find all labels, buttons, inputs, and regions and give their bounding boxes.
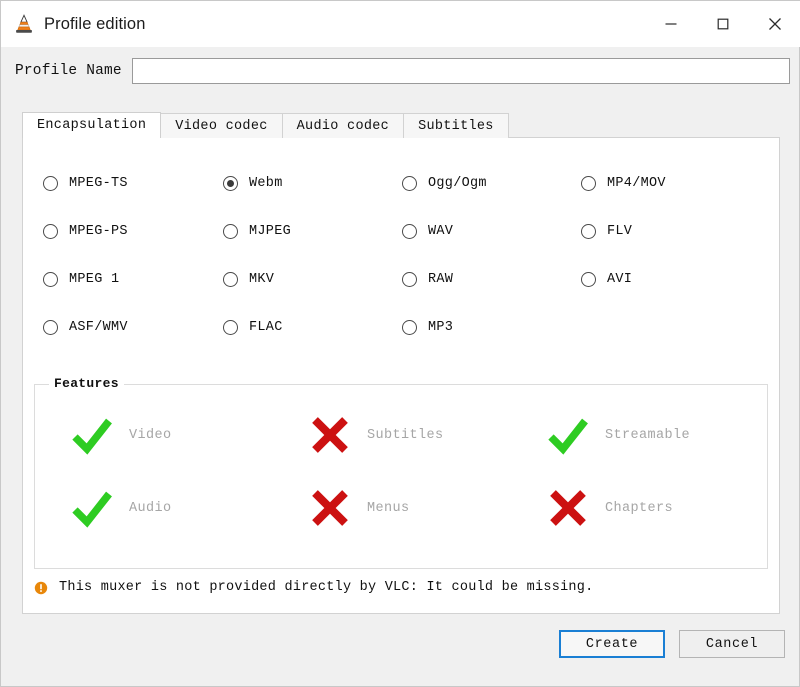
- radio-indicator-icon: [402, 223, 417, 239]
- radio-label: Ogg/Ogm: [428, 175, 487, 191]
- feature-audio: Audio: [69, 480, 172, 536]
- radio-mpeg-1[interactable]: MPEG 1: [43, 269, 128, 289]
- radio-label: MPEG-TS: [69, 175, 128, 191]
- features-legend: Features: [49, 376, 124, 391]
- radio-flac[interactable]: FLAC: [223, 317, 291, 337]
- cross-icon: [550, 490, 586, 526]
- check-icon: [72, 491, 112, 528]
- radio-indicator-icon: [402, 271, 417, 287]
- radio-indicator-icon: [43, 175, 58, 191]
- cross-icon: [312, 417, 348, 453]
- radio-indicator-icon: [43, 271, 58, 287]
- encapsulation-column-2: Webm MJPEG MKV FLAC: [223, 173, 291, 365]
- radio-label: FLV: [607, 223, 633, 239]
- radio-ogg-ogm[interactable]: Ogg/Ogm: [402, 173, 487, 193]
- close-button[interactable]: [749, 1, 800, 47]
- radio-indicator-icon: [223, 175, 238, 191]
- radio-label: MJPEG: [249, 223, 292, 239]
- radio-indicator-icon: [223, 319, 238, 335]
- profile-name-row: Profile Name: [1, 47, 800, 95]
- tab-audio-codec[interactable]: Audio codec: [281, 113, 405, 138]
- features-column-1: Video Audio: [69, 407, 172, 553]
- radio-label: MPEG-PS: [69, 223, 128, 239]
- feature-label: Chapters: [605, 500, 674, 516]
- radio-label: WAV: [428, 223, 454, 239]
- feature-label: Subtitles: [367, 427, 444, 443]
- radio-indicator-icon: [402, 175, 417, 191]
- radio-flv[interactable]: FLV: [581, 221, 666, 241]
- radio-label: MKV: [249, 271, 275, 287]
- radio-label: ASF/WMV: [69, 319, 128, 335]
- feature-menus: Menus: [307, 480, 444, 536]
- feature-subtitles: Subtitles: [307, 407, 444, 463]
- radio-label: MP3: [428, 319, 454, 335]
- radio-mp4-mov[interactable]: MP4/MOV: [581, 173, 666, 193]
- radio-indicator-icon: [43, 223, 58, 239]
- window-title: Profile edition: [44, 14, 146, 33]
- vlc-cone-icon: [16, 14, 32, 33]
- radio-label: AVI: [607, 271, 633, 287]
- radio-asf-wmv[interactable]: ASF/WMV: [43, 317, 128, 337]
- window-controls: [645, 1, 800, 47]
- radio-wav[interactable]: WAV: [402, 221, 487, 241]
- encapsulation-column-1: MPEG-TS MPEG-PS MPEG 1 ASF/WMV: [43, 173, 128, 365]
- radio-label: MP4/MOV: [607, 175, 666, 191]
- radio-mpeg-ts[interactable]: MPEG-TS: [43, 173, 128, 193]
- radio-indicator-icon: [402, 319, 417, 335]
- radio-indicator-icon: [581, 175, 596, 191]
- feature-label: Streamable: [605, 427, 691, 443]
- radio-indicator-icon: [223, 271, 238, 287]
- encapsulation-column-3: Ogg/Ogm WAV RAW MP3: [402, 173, 487, 365]
- feature-video: Video: [69, 407, 172, 463]
- encapsulation-panel: MPEG-TS MPEG-PS MPEG 1 ASF/WMV Webm MJPEG MKV F…: [22, 137, 780, 614]
- feature-label: Video: [129, 427, 172, 443]
- cross-icon: [312, 490, 348, 526]
- close-icon: [769, 18, 781, 30]
- radio-label: MPEG 1: [69, 271, 120, 287]
- features-column-3: Streamable Chapters: [545, 407, 690, 553]
- encapsulation-column-4: MP4/MOV FLV AVI: [581, 173, 666, 317]
- minimize-button[interactable]: [645, 1, 697, 47]
- tab-strip: Encapsulation Video codec Audio codec Subti…: [22, 112, 509, 138]
- dialog-footer: Create Cancel: [1, 621, 800, 667]
- radio-mpeg-ps[interactable]: MPEG-PS: [43, 221, 128, 241]
- radio-webm[interactable]: Webm: [223, 173, 291, 193]
- radio-avi[interactable]: AVI: [581, 269, 666, 289]
- maximize-button[interactable]: [697, 1, 749, 47]
- radio-indicator-icon: [581, 223, 596, 239]
- info-circle-icon: [34, 581, 48, 594]
- features-column-2: Subtitles Menus: [307, 407, 444, 553]
- radio-label: Webm: [249, 175, 283, 191]
- maximize-icon: [717, 18, 729, 30]
- check-icon: [72, 418, 112, 455]
- muxer-warning: This muxer is not provided directly by V…: [34, 580, 593, 595]
- title-bar: Profile edition: [1, 1, 800, 47]
- profile-name-label: Profile Name: [15, 63, 122, 79]
- feature-chapters: Chapters: [545, 480, 690, 536]
- tab-subtitles[interactable]: Subtitles: [403, 113, 509, 138]
- minimize-icon: [665, 23, 677, 25]
- radio-raw[interactable]: RAW: [402, 269, 487, 289]
- radio-label: FLAC: [249, 319, 283, 335]
- profile-name-input[interactable]: [131, 58, 790, 84]
- radio-indicator-icon: [43, 319, 58, 335]
- feature-streamable: Streamable: [545, 407, 690, 463]
- check-icon: [548, 418, 588, 455]
- tab-encapsulation[interactable]: Encapsulation: [22, 112, 162, 138]
- feature-label: Audio: [129, 500, 172, 516]
- radio-mkv[interactable]: MKV: [223, 269, 291, 289]
- create-button[interactable]: Create: [559, 630, 665, 658]
- radio-mp3[interactable]: MP3: [402, 317, 487, 337]
- muxer-warning-text: This muxer is not provided directly by V…: [59, 580, 594, 595]
- radio-indicator-icon: [223, 223, 238, 239]
- feature-label: Menus: [367, 500, 410, 516]
- cancel-button[interactable]: Cancel: [679, 630, 785, 658]
- radio-indicator-icon: [581, 271, 596, 287]
- features-groupbox: Features Video Audio Subtitles Menus Streama…: [34, 376, 768, 569]
- radio-mjpeg[interactable]: MJPEG: [223, 221, 291, 241]
- tab-video-codec[interactable]: Video codec: [160, 113, 283, 138]
- radio-label: RAW: [428, 271, 454, 287]
